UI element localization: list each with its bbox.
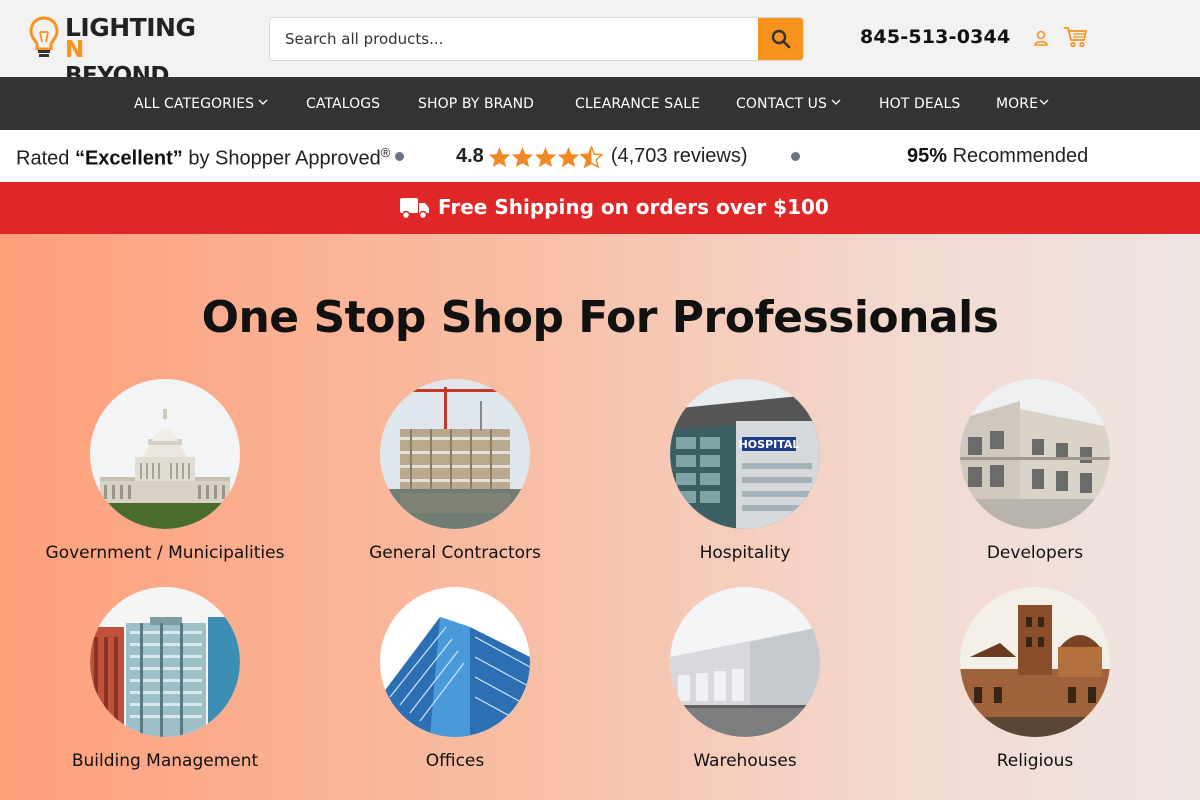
separator-dot <box>395 152 404 161</box>
logo-n: N <box>65 37 84 63</box>
category-card-offices[interactable]: Offices <box>310 587 600 787</box>
nav-shop-by-brand[interactable]: SHOP BY BRAND <box>418 95 534 113</box>
nav-label: MORE <box>996 96 1039 112</box>
category-card-general-contractors[interactable]: General Contractors <box>310 379 600 579</box>
category-label: Developers <box>986 543 1084 563</box>
category-label: General Contractors <box>369 543 541 563</box>
rating-quality: “Excellent” <box>74 147 183 170</box>
nav-catalogs[interactable]: CATALOGS <box>306 95 380 113</box>
free-shipping-banner[interactable]: Free Shipping on orders over $100 <box>0 182 1200 234</box>
truck-icon <box>400 198 429 220</box>
rating-prefix: Rated <box>16 147 75 170</box>
star-icon <box>557 146 579 167</box>
nav-label: CLEARANCE SALE <box>575 96 701 112</box>
warehouse-image <box>670 587 820 737</box>
search-icon <box>771 29 790 49</box>
registered-mark: ® <box>380 145 391 160</box>
category-card-warehouses[interactable]: Warehouses <box>600 587 890 787</box>
recommended-label: Recommended <box>947 145 1089 167</box>
nav-label: CONTACT US <box>736 96 827 112</box>
star-rating <box>488 145 603 168</box>
rating-suffix: by Shopper Approved <box>182 147 381 170</box>
shopper-approved-text: Rated “Excellent” by Shopper Approved® <box>16 145 390 171</box>
lightbulb-icon <box>29 16 59 57</box>
rating-bar[interactable]: Rated “Excellent” by Shopper Approved® 4… <box>0 130 1200 182</box>
nav-more[interactable]: MORE <box>996 95 1049 113</box>
rating-score: 4.8 <box>456 145 484 167</box>
chevron-down-icon <box>1039 99 1049 105</box>
account-icon[interactable] <box>1032 29 1050 47</box>
chevron-down-icon <box>258 99 268 105</box>
nav-clearance-sale[interactable]: CLEARANCE SALE <box>575 95 700 113</box>
recommended-text: 95% Recommended <box>907 145 1088 168</box>
chevron-down-icon <box>831 99 841 105</box>
rating-reviews: (4,703 reviews) <box>610 145 748 167</box>
nav-label: HOT DEALS <box>879 96 961 112</box>
main-nav: ALL CATEGORIES CATALOGS SHOP BY BRAND CL… <box>0 77 1200 130</box>
phone-number[interactable]: 845-513-0344 <box>860 26 1010 48</box>
separator-dot <box>791 152 800 161</box>
category-card-government[interactable]: Government / Municipalities <box>20 379 310 579</box>
search-button[interactable] <box>758 18 803 60</box>
professionals-section: One Stop Shop For Professionals Governme… <box>0 234 1200 800</box>
construction-site-image <box>380 379 530 529</box>
star-half-icon <box>579 145 603 168</box>
category-label: Warehouses <box>693 751 797 771</box>
nav-label: ALL CATEGORIES <box>134 96 255 112</box>
svg-text:HOSPITAL: HOSPITAL <box>739 438 800 451</box>
star-icon <box>534 146 556 167</box>
category-card-building-management[interactable]: Building Management <box>20 587 310 787</box>
category-label: Offices <box>425 751 485 771</box>
category-card-hospitality[interactable]: HOSPITAL Hospitality <box>600 379 890 579</box>
category-label: Building Management <box>71 751 259 771</box>
recommended-pct: 95% <box>907 145 948 167</box>
nav-all-categories[interactable]: ALL CATEGORIES <box>134 95 268 113</box>
search-bar <box>269 17 804 61</box>
townhouses-image <box>960 379 1110 529</box>
star-icon <box>511 146 533 167</box>
capitol-building-image <box>90 379 240 529</box>
site-logo[interactable]: LIGHTING N BEYOND <box>28 14 196 89</box>
church-image <box>960 587 1110 737</box>
rating-score-group: 4.8 (4,703 reviews) <box>456 145 748 168</box>
category-label: Government / Municipalities <box>45 543 285 563</box>
star-icon <box>488 146 510 167</box>
category-card-developers[interactable]: Developers <box>890 379 1180 579</box>
nav-label: CATALOGS <box>306 96 381 112</box>
cart-icon[interactable] <box>1063 26 1088 48</box>
section-title: One Stop Shop For Professionals <box>201 292 999 343</box>
free-shipping-message: Free Shipping on orders over $100 <box>438 195 829 219</box>
hospital-building-image: HOSPITAL <box>670 379 820 529</box>
apartment-tower-image <box>90 587 240 737</box>
nav-contact-us[interactable]: CONTACT US <box>736 95 841 113</box>
search-input[interactable] <box>270 18 760 60</box>
category-card-religious[interactable]: Religious <box>890 587 1180 787</box>
nav-hot-deals[interactable]: HOT DEALS <box>879 95 960 113</box>
category-label: Hospitality <box>699 543 791 563</box>
site-header: LIGHTING N BEYOND 845-513-0344 <box>0 0 1200 89</box>
nav-label: SHOP BY BRAND <box>418 96 535 112</box>
glass-office-image <box>380 587 530 737</box>
category-label: Religious <box>996 751 1074 771</box>
